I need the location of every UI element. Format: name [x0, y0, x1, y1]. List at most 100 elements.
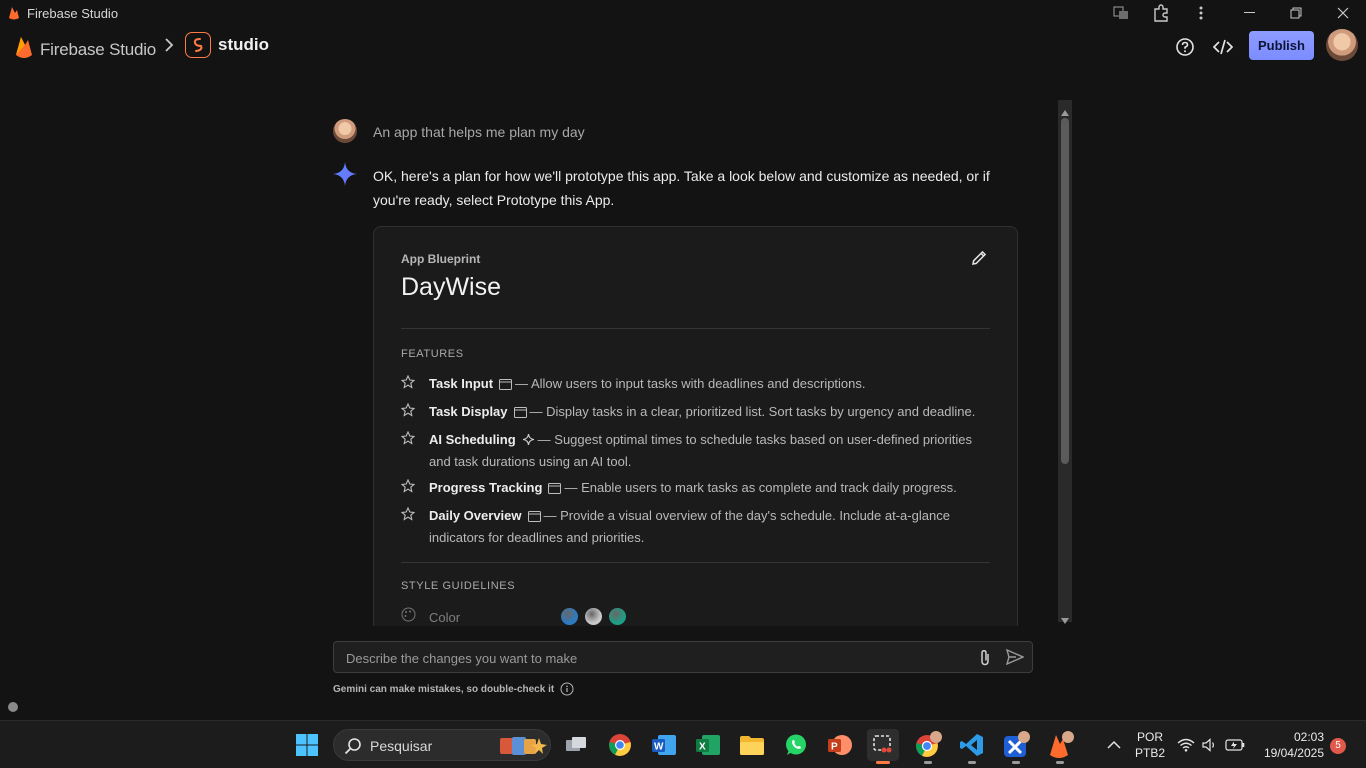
scrollbar-thumb[interactable]: [1061, 118, 1069, 464]
chevron-right-icon: [164, 38, 174, 57]
card-divider: [401, 562, 990, 563]
gemini-sparkle-icon: [333, 162, 357, 191]
translate-icon[interactable]: [1111, 4, 1131, 22]
window-icon: [499, 376, 513, 396]
feature-item: Task Input — Allow users to input tasks w…: [400, 374, 981, 396]
search-label: Pesquisar: [370, 738, 433, 754]
taskbar-search[interactable]: Pesquisar: [333, 729, 551, 761]
info-icon[interactable]: [560, 682, 574, 696]
features-heading: FEATURES: [401, 348, 464, 360]
star-icon: [400, 402, 429, 424]
send-icon[interactable]: [1005, 648, 1025, 670]
more-vert-icon[interactable]: [1191, 4, 1211, 22]
prompt-input[interactable]: [346, 648, 966, 668]
vscode-icon[interactable]: [956, 729, 988, 764]
clock-date[interactable]: 19/04/2025: [1252, 746, 1324, 760]
studio-logo-icon: [185, 32, 211, 58]
style-guidelines-heading: STYLE GUIDELINES: [401, 580, 516, 592]
project-name[interactable]: studio: [218, 35, 269, 55]
windows-taskbar: Pesquisar W X P POR PTB2 02:03 19/04/202…: [0, 720, 1366, 768]
windows-start-icon[interactable]: [291, 729, 323, 761]
chevron-up-icon[interactable]: [1099, 729, 1129, 761]
feature-description: — Enable users to mark tasks as complete…: [564, 480, 957, 495]
chrome-profile-icon[interactable]: [912, 729, 944, 764]
app-profile-icon[interactable]: [1000, 729, 1032, 764]
whatsapp-icon[interactable]: [780, 729, 812, 761]
star-icon: [400, 430, 429, 472]
restore-icon[interactable]: [1286, 4, 1306, 22]
user-message-avatar: [333, 119, 357, 143]
help-icon[interactable]: [1174, 36, 1196, 58]
publish-button[interactable]: Publish: [1249, 31, 1314, 60]
code-icon[interactable]: [1212, 36, 1234, 58]
extensions-icon[interactable]: [1151, 4, 1171, 22]
attach-icon[interactable]: [979, 649, 991, 672]
volume-icon[interactable]: [1199, 729, 1221, 761]
prompt-composer: [333, 641, 1033, 673]
clock-time[interactable]: 02:03: [1252, 730, 1324, 744]
search-icon: [344, 737, 362, 760]
blueprint-title: DayWise: [401, 273, 502, 301]
feature-name: Daily Overview: [429, 508, 522, 523]
excel-icon[interactable]: X: [692, 729, 724, 761]
status-indicator: [8, 702, 18, 712]
blueprint-kicker: App Blueprint: [401, 252, 481, 266]
powerpoint-icon[interactable]: P: [824, 729, 856, 761]
running-app-indicator: [968, 761, 976, 764]
feature-name: Progress Tracking: [429, 480, 543, 495]
snipping-tool-icon[interactable]: [867, 729, 899, 764]
sparkle-icon: [522, 432, 535, 452]
firebase-studio-brand[interactable]: Firebase Studio: [14, 35, 156, 64]
feature-name: AI Scheduling: [429, 432, 516, 447]
firebase-logo-icon: [14, 35, 34, 64]
minimize-icon[interactable]: [1240, 4, 1260, 22]
close-icon[interactable]: [1333, 4, 1353, 22]
running-app-indicator: [1056, 761, 1064, 764]
app-blueprint-card: App Blueprint DayWise FEATURES Task Inpu…: [373, 226, 1018, 626]
feature-name: Task Input: [429, 376, 494, 391]
feature-description: — Allow users to input tasks with deadli…: [515, 376, 866, 391]
star-icon: [400, 478, 429, 500]
input-language[interactable]: POR: [1135, 730, 1165, 744]
task-view-icon[interactable]: [560, 729, 592, 761]
battery-charging-icon[interactable]: [1223, 729, 1247, 761]
window-icon: [548, 480, 562, 500]
scroll-up-icon[interactable]: [1060, 104, 1070, 116]
user-message: An app that helps me plan my day: [373, 124, 585, 140]
brand-name: Firebase Studio: [40, 39, 157, 59]
window-icon: [527, 508, 541, 528]
color-swatch-primary: [561, 608, 578, 625]
file-explorer-icon[interactable]: [736, 729, 768, 761]
color-swatch-accent: [609, 608, 626, 625]
color-swatch-secondary: [585, 608, 602, 625]
palette-icon: [401, 607, 429, 626]
disclaimer: Gemini can make mistakes, so double-chec…: [333, 682, 574, 696]
running-app-indicator: [924, 761, 932, 764]
svg-text:P: P: [831, 742, 838, 753]
search-highlight-icon: [498, 734, 548, 758]
scroll-down-icon[interactable]: [1060, 612, 1070, 624]
feature-item: Progress Tracking — Enable users to mark …: [400, 478, 981, 500]
app-header: Firebase Studio studio Publish: [0, 26, 1366, 66]
chrome-icon[interactable]: [604, 729, 636, 761]
feature-description: — Display tasks in a clear, prioritized …: [529, 404, 976, 419]
disclaimer-text: Gemini can make mistakes, so double-chec…: [333, 683, 555, 695]
star-icon: [400, 374, 429, 396]
word-icon[interactable]: W: [648, 729, 680, 761]
feature-item: Daily Overview — Provide a visual overvie…: [400, 506, 981, 548]
assistant-message: OK, here's a plan for how we'll prototyp…: [373, 168, 990, 208]
window-icon: [513, 404, 527, 424]
firebase-app-icon[interactable]: [1044, 729, 1076, 764]
wifi-icon[interactable]: [1175, 729, 1197, 761]
edit-pencil-icon[interactable]: [970, 249, 990, 269]
feature-item: AI Scheduling — Suggest optimal times to …: [400, 430, 981, 472]
active-app-indicator: [876, 761, 890, 764]
feature-item: Task Display — Display tasks in a clear, …: [400, 402, 981, 424]
firebase-flame-icon: [8, 6, 20, 25]
keyboard-layout[interactable]: PTB2: [1135, 746, 1165, 760]
star-icon: [400, 506, 429, 548]
color-label: Color: [429, 609, 461, 625]
window-title: Firebase Studio: [27, 6, 119, 21]
notification-badge[interactable]: 5: [1330, 738, 1346, 754]
user-avatar[interactable]: [1326, 29, 1358, 61]
